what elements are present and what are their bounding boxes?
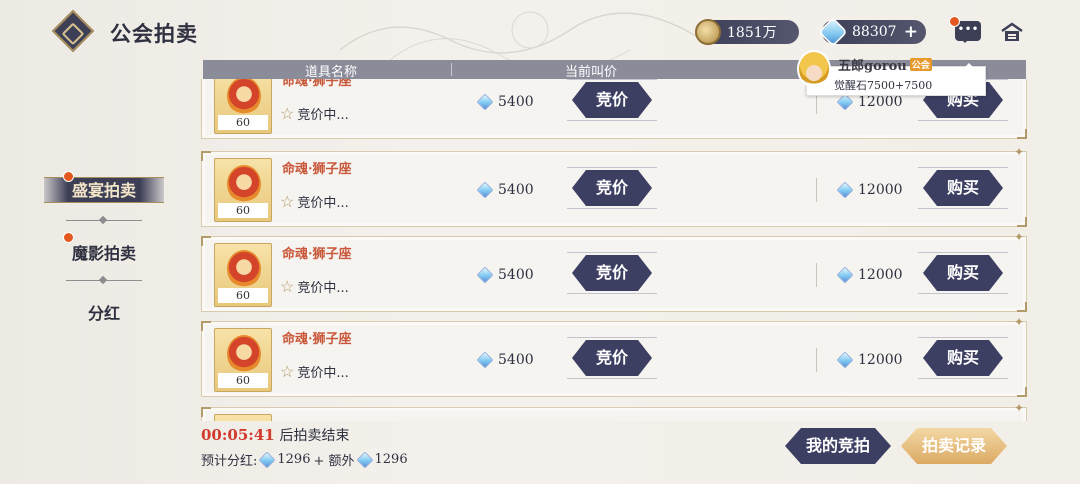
- feast-auction-notify-dot: [63, 171, 74, 182]
- bid-status: ☆ 竞价中...: [280, 277, 349, 296]
- player-bid-detail: 觉醒石7500+7500: [834, 79, 933, 92]
- item-name: 命魂·狮子座: [282, 247, 352, 262]
- gem-icon: [836, 181, 854, 199]
- item-card[interactable]: 60: [214, 79, 272, 134]
- item-card[interactable]: 60: [214, 158, 272, 222]
- gem-amount: 88307: [852, 24, 897, 40]
- auction-list[interactable]: 60 命魂·狮子座 ☆ 竞价中... 5400 竞价 12000 购买 ✦ 60…: [196, 79, 1032, 421]
- buyout-price: 12000: [836, 181, 903, 199]
- lion-soul-item-icon: [227, 250, 261, 288]
- extra-label: + 额外: [313, 454, 355, 469]
- item-name: 命魂·狮子座: [282, 162, 352, 177]
- sidebar-divider: [66, 220, 142, 221]
- page-title: 公会拍卖: [110, 21, 198, 46]
- star-outline-icon: ☆: [280, 104, 295, 123]
- item-count: 60: [218, 115, 268, 130]
- add-gem-button[interactable]: +: [904, 22, 918, 42]
- gem-icon: [818, 17, 848, 47]
- lion-soul-item-icon: [227, 165, 261, 203]
- buyout-price: 12000: [836, 93, 903, 111]
- item-name: 命魂·狮子座: [282, 79, 352, 89]
- player-avatar: [797, 50, 831, 88]
- bid-button[interactable]: 竞价: [572, 340, 652, 376]
- gem-icon: [476, 351, 494, 369]
- gold-coin-icon: [695, 19, 721, 45]
- gem-icon: [836, 266, 854, 284]
- bid-button[interactable]: 竞价: [572, 82, 652, 118]
- column-header-item-name: 道具名称: [305, 65, 358, 80]
- sidebar-tab-feast-auction[interactable]: 盛宴拍卖: [44, 177, 164, 203]
- buyout-price: 12000: [836, 351, 903, 369]
- estimated-dividend: 预计分红: 1296 + 额外 1296: [201, 450, 408, 469]
- auction-row: ✦ 60 命魂·狮子座 ☆ 竞价中... 5400 竞价 12000 购买: [201, 230, 1027, 312]
- sidebar-divider: [66, 280, 142, 281]
- auction-countdown: 00:05:41 后拍卖结束: [201, 425, 349, 445]
- gem-icon: [476, 266, 494, 284]
- countdown-suffix: 后拍卖结束: [279, 428, 350, 444]
- auction-row: ✦ 60 命魂·狮子座 ☆ 竞价中... 5400 竞价 12000 购买: [201, 145, 1027, 227]
- gem-icon: [836, 351, 854, 369]
- countdown-time: 00:05:41: [201, 426, 275, 444]
- gem-icon: [476, 181, 494, 199]
- gem-icon: [258, 451, 276, 468]
- gem-currency[interactable]: 88307 +: [818, 17, 926, 47]
- sidebar-tab-dividend[interactable]: 分红: [44, 300, 164, 324]
- gem-icon: [476, 93, 494, 111]
- chat-notify-dot: [949, 16, 960, 27]
- player-name: 五郎gorou 公会: [838, 58, 932, 74]
- current-price: 5400: [476, 266, 534, 284]
- buy-button[interactable]: 购买: [923, 340, 1003, 376]
- item-count: 60: [218, 203, 268, 218]
- column-header-current-bid: 当前叫价: [565, 65, 618, 80]
- column-divider: [451, 63, 452, 76]
- bid-button[interactable]: 竞价: [572, 255, 652, 291]
- item-card[interactable]: 60: [214, 328, 272, 392]
- star-outline-icon: ☆: [280, 362, 295, 381]
- sidebar-tab-label: 魔影拍卖: [71, 244, 136, 263]
- my-bids-button[interactable]: 我的竞拍: [785, 428, 891, 464]
- current-price: 5400: [476, 351, 534, 369]
- auction-row: ✦: [201, 401, 1027, 421]
- current-price: 5400: [476, 181, 534, 199]
- auction-row: ✦ 60 命魂·狮子座 ☆ 竞价中... 5400 竞价 12000 购买: [201, 315, 1027, 397]
- star-outline-icon: ☆: [280, 277, 295, 296]
- guild-badge: 公会: [909, 58, 932, 71]
- buy-button[interactable]: 购买: [923, 170, 1003, 206]
- bid-status: ☆ 竞价中...: [280, 192, 349, 211]
- lion-soul-item-icon: [227, 335, 261, 373]
- gem-icon: [836, 93, 854, 111]
- shadow-auction-notify-dot: [63, 232, 74, 243]
- buyout-price: 12000: [836, 266, 903, 284]
- gem-icon: [356, 451, 373, 468]
- gold-amount: 1851万: [727, 25, 777, 41]
- item-card[interactable]: [214, 414, 272, 421]
- item-name: 命魂·狮子座: [282, 332, 352, 347]
- extra-value: 1296: [374, 452, 408, 467]
- item-count: 60: [218, 373, 268, 388]
- star-outline-icon: ☆: [280, 192, 295, 211]
- dividend-value: 1296: [277, 452, 311, 467]
- dividend-label: 预计分红:: [201, 454, 258, 469]
- home-icon[interactable]: [1000, 22, 1024, 42]
- bid-button[interactable]: 竞价: [572, 170, 652, 206]
- sidebar-tab-label: 盛宴拍卖: [71, 181, 136, 200]
- bid-status: ☆ 竞价中...: [280, 104, 349, 123]
- sidebar-tab-label: 分红: [87, 304, 120, 323]
- auction-emblem-icon: [51, 9, 95, 53]
- buy-button[interactable]: 购买: [923, 255, 1003, 291]
- gold-currency[interactable]: 1851万: [695, 19, 799, 45]
- item-count: 60: [218, 288, 268, 303]
- bid-status: ☆ 竞价中...: [280, 362, 349, 381]
- item-card[interactable]: 60: [214, 243, 272, 307]
- lion-soul-item-icon: [227, 79, 261, 115]
- current-price: 5400: [476, 93, 534, 111]
- auction-record-button[interactable]: 拍卖记录: [901, 428, 1007, 464]
- sidebar-tab-shadow-auction[interactable]: 魔影拍卖: [44, 240, 164, 264]
